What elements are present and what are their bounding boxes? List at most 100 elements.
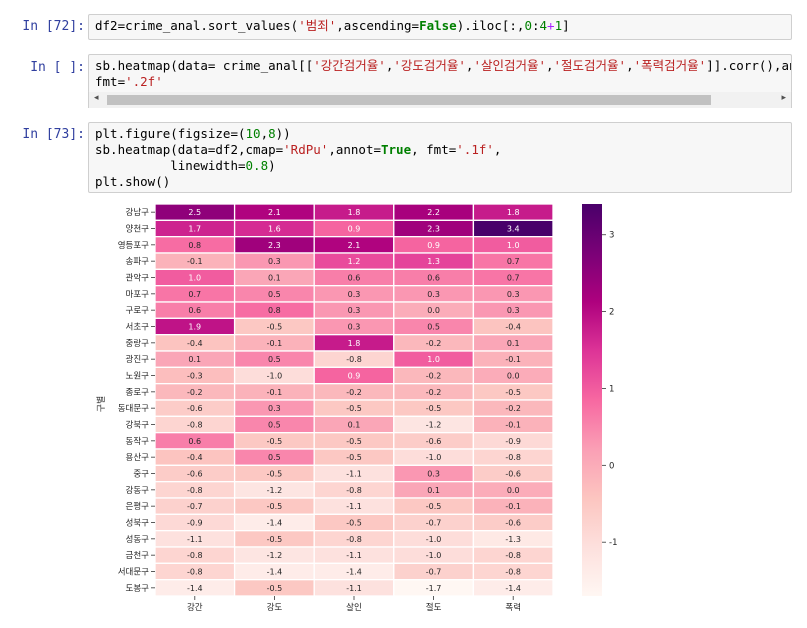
heatmap-cell-annotation: 1.2	[348, 257, 361, 266]
heatmap-cell-annotation: -0.5	[346, 519, 362, 528]
heatmap-cell-annotation: -0.7	[426, 519, 442, 528]
heatmap-cell-annotation: -0.2	[426, 372, 442, 381]
heatmap-cell-annotation: 0.9	[348, 372, 361, 381]
x-tick-label: 폭력	[505, 602, 521, 613]
heatmap-cell-annotation: -0.6	[505, 470, 521, 479]
heatmap-cell-annotation: 1.0	[427, 355, 440, 364]
heatmap-cell-annotation: -1.3	[505, 535, 521, 544]
y-tick-label: 영등포구	[118, 240, 149, 251]
x-tick-label: 강간	[187, 602, 203, 613]
heatmap-cell-annotation: -0.5	[346, 437, 362, 446]
heatmap-cell-annotation: -0.6	[426, 437, 442, 446]
x-tick-label: 살인	[346, 602, 362, 613]
heatmap-cell-annotation: -1.4	[505, 584, 521, 593]
heatmap-cell-annotation: -0.1	[267, 339, 283, 348]
heatmap-cell-annotation: 0.7	[507, 274, 520, 283]
heatmap-cell-annotation: 0.6	[188, 306, 201, 315]
heatmap-cell-annotation: 1.0	[188, 274, 201, 283]
heatmap-cell-annotation: 0.6	[348, 274, 361, 283]
colorbar-tick-label: -1	[609, 538, 617, 548]
heatmap-cell-annotation: -0.4	[187, 339, 203, 348]
y-tick-label: 중구	[133, 470, 149, 480]
heatmap-cell-annotation: 2.1	[268, 208, 281, 217]
heatmap-cell-annotation: 0.1	[427, 486, 440, 495]
heatmap-cell-annotation: -1.1	[187, 535, 203, 544]
heatmap-cell-annotation: 0.6	[427, 274, 440, 283]
y-tick-label: 광진구	[126, 354, 150, 365]
heatmap-cell-annotation: -1.1	[346, 551, 362, 560]
heatmap-cell-annotation: -1.0	[426, 551, 442, 560]
heatmap-cell-annotation: -0.1	[505, 421, 521, 430]
heatmap-cell-annotation: -1.4	[267, 568, 283, 577]
heatmap-output: 2.5 2.1 1.8 2.2 1.8 1.7 1.6 0.9 2.3 3.4 0.8 2.3 2.1 0…	[96, 203, 617, 613]
heatmap-cell-annotation: 0.1	[268, 274, 281, 283]
y-tick-label: 도봉구	[126, 584, 150, 594]
heatmap-cell-annotation: 1.0	[507, 241, 520, 250]
heatmap-cell-annotation: -0.8	[346, 486, 362, 495]
heatmap-cell-annotation: -0.5	[267, 584, 283, 593]
heatmap-cell-annotation: -1.0	[426, 453, 442, 462]
heatmap-cell-annotation: -0.8	[187, 421, 203, 430]
y-tick-label: 동작구	[126, 436, 150, 447]
heatmap-cell-annotation: -0.9	[187, 519, 203, 528]
heatmap-cell-annotation: 0.3	[268, 404, 281, 413]
heatmap-cell-annotation: -0.4	[505, 323, 521, 332]
heatmap-cell-annotation: -0.5	[426, 502, 442, 511]
heatmap-cell-annotation: -1.7	[426, 584, 442, 593]
heatmap-cell-annotation: 1.8	[348, 208, 361, 217]
heatmap-cell-annotation: -0.5	[267, 535, 283, 544]
y-tick-label: 은평구	[126, 501, 150, 512]
heatmap-cell-annotation: 0.1	[188, 355, 201, 364]
heatmap-cell-annotation: 1.8	[348, 339, 361, 348]
heatmap-cell-annotation: 0.6	[188, 437, 201, 446]
heatmap-cell-annotation: 0.8	[188, 241, 201, 250]
heatmap-cell-annotation: 1.8	[507, 208, 520, 217]
colorbar	[582, 204, 602, 596]
y-tick-label: 중랑구	[126, 338, 150, 349]
heatmap-cell-annotation: -0.5	[267, 470, 283, 479]
heatmap-cell-annotation: -0.8	[346, 355, 362, 364]
colorbar-tick-label: 0	[609, 461, 614, 471]
heatmap-cell-annotation: -0.8	[187, 568, 203, 577]
heatmap-cell-annotation: -0.5	[505, 388, 521, 397]
y-tick-label: 용산구	[126, 452, 150, 463]
heatmap-cell-annotation: 2.2	[427, 208, 440, 217]
heatmap-cell-annotation: -1.0	[267, 372, 283, 381]
heatmap-cell-annotation: -0.5	[267, 437, 283, 446]
heatmap-cell-annotation: 0.0	[427, 306, 440, 315]
heatmap-cell-annotation: -1.2	[267, 486, 283, 495]
heatmap-cell-annotation: -0.6	[505, 519, 521, 528]
heatmap-cell-annotation: -0.8	[346, 535, 362, 544]
heatmap-cell-annotation: -1.4	[346, 568, 362, 577]
y-tick-label: 강동구	[126, 485, 150, 496]
colorbar-tick-label: 3	[609, 231, 614, 241]
y-axis-label: 구별	[96, 396, 107, 413]
heatmap-cell-annotation: -0.5	[426, 404, 442, 413]
heatmap-cell-annotation: 1.3	[427, 257, 440, 266]
heatmap-cell-annotation: -0.5	[346, 404, 362, 413]
heatmap-cell-annotation: -0.7	[426, 568, 442, 577]
heatmap-cell-annotation: -0.9	[505, 437, 521, 446]
heatmap-cell-annotation: 0.7	[507, 257, 520, 266]
heatmap-cell-annotation: 0.0	[507, 486, 520, 495]
heatmap-cell-annotation: -1.1	[346, 502, 362, 511]
heatmap-cell-annotation: 0.5	[268, 290, 281, 299]
heatmap-cell-annotation: 0.3	[268, 257, 281, 266]
heatmap-cell-annotation: 0.3	[427, 290, 440, 299]
heatmap-cell-annotation: -0.1	[505, 355, 521, 364]
colorbar-tick-label: 2	[609, 308, 614, 318]
y-tick-label: 구로구	[126, 306, 150, 316]
heatmap-cell-annotation: 1.7	[188, 225, 201, 234]
heatmap-cell-annotation: -0.8	[187, 551, 203, 560]
heatmap-cell-annotation: -0.6	[187, 470, 203, 479]
heatmap-cell-annotation: -0.7	[187, 502, 203, 511]
y-tick-label: 강남구	[126, 207, 150, 218]
heatmap-cell-annotation: -0.2	[426, 339, 442, 348]
heatmap-cell-annotation: 3.4	[507, 225, 520, 234]
heatmap-cell-annotation: -0.2	[505, 404, 521, 413]
heatmap-cell-annotation: 2.5	[188, 208, 201, 217]
heatmap-cell-annotation: 0.0	[507, 372, 520, 381]
y-tick-label: 송파구	[126, 257, 150, 267]
heatmap-cell-annotation: -0.2	[426, 388, 442, 397]
heatmap-cell-annotation: -1.0	[426, 535, 442, 544]
